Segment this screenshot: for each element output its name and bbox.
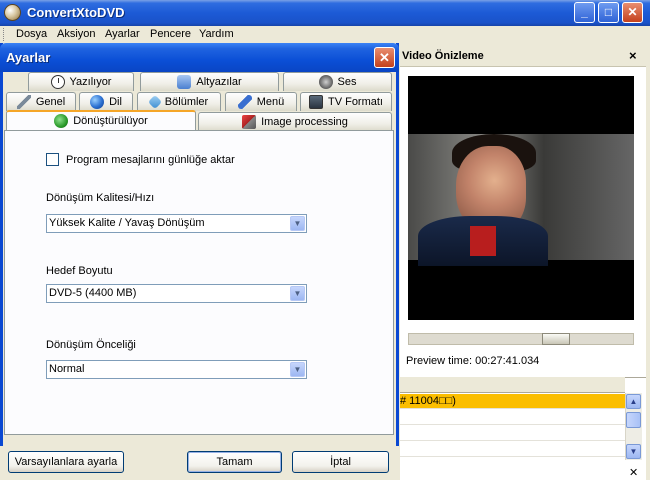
tab-label: Image processing	[261, 116, 348, 128]
tab-label: Genel	[35, 96, 66, 108]
clock-icon	[50, 75, 65, 89]
title-list-row[interactable]	[400, 442, 625, 457]
scroll-down-icon[interactable]: ▼	[626, 444, 641, 459]
tab-label: Dönüştürülüyor	[73, 115, 148, 127]
scroll-up-icon[interactable]: ▲	[626, 394, 641, 409]
tools-icon	[242, 115, 257, 129]
globe-icon	[90, 95, 105, 109]
defaults-button[interactable]: Varsayılanlara ayarla	[8, 451, 124, 473]
tab-donusturuluyor[interactable]: Dönüştürülüyor	[6, 110, 196, 130]
quality-select[interactable]: Yüksek Kalite / Yavaş Dönüşüm ▼	[46, 214, 307, 233]
app-title: ConvertXtoDVD	[27, 5, 125, 20]
cancel-button[interactable]: İptal	[292, 451, 389, 473]
tab-label: Altyazılar	[196, 76, 242, 88]
tab-altyazilar[interactable]: Altyazılar	[140, 72, 279, 91]
priority-label: Dönüşüm Önceliği	[46, 339, 136, 351]
tab-label: Menü	[256, 96, 285, 108]
menu-yardim[interactable]: Yardım	[199, 28, 234, 40]
tab-genel[interactable]: Genel	[6, 92, 76, 111]
quality-value: Yüksek Kalite / Yavaş Dönüşüm	[49, 217, 205, 229]
subtitle-icon	[177, 75, 192, 89]
menu-bar: Dosya Aksiyon Ayarlar Pencere Yardım	[0, 26, 650, 43]
preview-seek-bar[interactable]	[408, 333, 634, 345]
tab-label: Bölümler	[164, 96, 209, 108]
speaker-icon	[318, 75, 333, 89]
dialog-border-left	[0, 72, 3, 480]
close-preview-icon[interactable]: ×	[629, 48, 637, 63]
title-list-header	[400, 377, 625, 393]
tab-dil[interactable]: Dil	[79, 92, 133, 111]
chevron-down-icon[interactable]: ▼	[290, 216, 305, 231]
tab-label: TV Formatı	[327, 96, 383, 108]
tab-label: Yazılıyor	[69, 76, 112, 88]
target-size-select[interactable]: DVD-5 (4400 MB) ▼	[46, 284, 307, 303]
video-frame-shirt	[470, 226, 496, 256]
video-frame[interactable]	[408, 76, 634, 320]
log-messages-label[interactable]: Program mesajlarını günlüğe aktar	[66, 154, 235, 166]
tab-tv-formati[interactable]: TV Formatı	[300, 92, 392, 111]
chevron-down-icon[interactable]: ▼	[290, 362, 305, 377]
title-list-row[interactable]	[400, 426, 625, 441]
close-list-icon[interactable]: ✕	[629, 466, 638, 479]
priority-select[interactable]: Normal ▼	[46, 360, 307, 379]
menu-pencere[interactable]: Pencere	[150, 28, 191, 40]
preview-time: Preview time: 00:27:41.034	[406, 355, 540, 367]
chapters-icon	[147, 94, 162, 110]
convert-icon	[54, 114, 69, 128]
maximize-button[interactable]: □	[598, 2, 619, 23]
ok-button[interactable]: Tamam	[187, 451, 282, 473]
app-disc-icon	[4, 4, 21, 21]
dialog-title-bar	[0, 43, 399, 72]
menu-grip	[3, 28, 6, 41]
minimize-button[interactable]: _	[574, 2, 595, 23]
menu-aksiyon[interactable]: Aksiyon	[57, 28, 96, 40]
close-app-button[interactable]: ✕	[622, 2, 643, 23]
conversion-tab-panel	[4, 130, 394, 435]
preview-seek-thumb[interactable]	[542, 333, 570, 345]
title-list-row[interactable]	[400, 410, 625, 425]
target-size-value: DVD-5 (4400 MB)	[49, 287, 137, 299]
dialog-close-button[interactable]: ✕	[374, 47, 395, 68]
title-list-row-selected[interactable]: # 11004□□)	[400, 394, 625, 409]
pencil-icon	[237, 95, 252, 109]
menu-ayarlar[interactable]: Ayarlar	[105, 28, 140, 40]
menu-dosya[interactable]: Dosya	[16, 28, 47, 40]
tab-menu[interactable]: Menü	[225, 92, 297, 111]
tab-ses[interactable]: Ses	[283, 72, 392, 91]
dialog-border-right	[396, 72, 399, 480]
tab-label: Dil	[109, 96, 122, 108]
tab-yaziliyor[interactable]: Yazılıyor	[28, 72, 134, 91]
target-size-label: Hedef Boyutu	[46, 265, 113, 277]
list-row-text: # 11004□□)	[400, 395, 456, 407]
quality-label: Dönüşüm Kalitesi/Hızı	[46, 192, 155, 204]
wrench-icon	[16, 95, 31, 109]
chevron-down-icon[interactable]: ▼	[290, 286, 305, 301]
tab-label: Ses	[337, 76, 357, 88]
tv-icon	[308, 95, 323, 109]
tab-bolumler[interactable]: Bölümler	[137, 92, 221, 111]
app-title-bar: ConvertXtoDVD _ □ ✕	[0, 0, 650, 26]
video-preview-title: Video Önizleme	[402, 50, 484, 62]
scroll-thumb[interactable]	[626, 412, 641, 428]
dialog-title: Ayarlar	[6, 50, 51, 65]
log-messages-checkbox[interactable]	[46, 153, 59, 166]
tab-image-processing[interactable]: Image processing	[198, 112, 392, 131]
priority-value: Normal	[49, 363, 85, 375]
